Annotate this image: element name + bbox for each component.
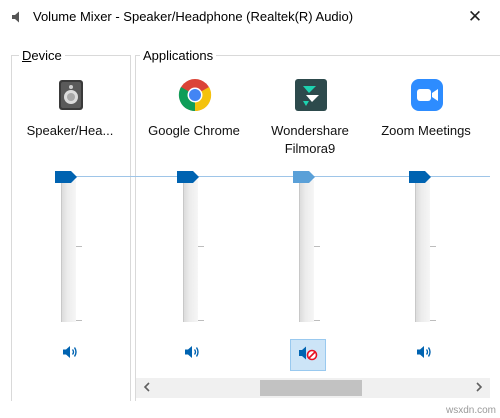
slider-tick (198, 320, 204, 321)
device-volume-slider[interactable] (61, 180, 76, 322)
slider-tick (76, 320, 82, 321)
speaker-muted-icon (298, 345, 318, 366)
speaker-volume-icon (62, 345, 78, 364)
window-title: Volume Mixer - Speaker/Headphone (Realte… (33, 9, 354, 24)
filmora-icon[interactable] (294, 78, 328, 112)
chrome-volume-thumb[interactable] (177, 171, 199, 183)
close-button[interactable]: ✕ (464, 6, 486, 28)
app-name: Google Chrome (148, 123, 240, 138)
app-name: Zoom Meetings (381, 123, 471, 138)
zoom-mute-button[interactable] (410, 340, 438, 368)
chrome-mute-button[interactable] (178, 340, 206, 368)
slider-tick (430, 320, 436, 321)
slider-tick (198, 246, 204, 247)
filmora-volume-slider[interactable] (299, 180, 314, 322)
device-group-label: Device (19, 48, 65, 64)
filmora-volume-thumb[interactable] (293, 171, 315, 183)
scroll-right-icon[interactable] (470, 378, 488, 398)
zoom-volume-slider[interactable] (415, 180, 430, 322)
app-name: Wondershare Filmora9 (271, 123, 349, 156)
horizontal-scrollbar[interactable] (136, 378, 490, 398)
slider-tick (314, 246, 320, 247)
filmora-mute-button[interactable] (290, 339, 326, 371)
applications-group-label: Applications (140, 48, 217, 64)
speaker-device-icon[interactable] (54, 78, 88, 112)
scroll-left-icon[interactable] (138, 378, 156, 398)
chrome-volume-slider[interactable] (183, 180, 198, 322)
slider-tick (314, 320, 320, 321)
device-volume-thumb[interactable] (55, 171, 77, 183)
speaker-volume-icon (184, 345, 200, 364)
device-mute-button[interactable] (56, 340, 84, 368)
speaker-icon (10, 9, 26, 25)
speaker-volume-icon (416, 345, 432, 364)
zoom-icon[interactable] (410, 78, 444, 112)
title-bar: Volume Mixer - Speaker/Headphone (Realte… (0, 0, 500, 34)
watermark: wsxdn.com (445, 405, 496, 416)
slider-tick (76, 246, 82, 247)
device-name: Speaker/Hea... (26, 123, 114, 138)
scrollbar-thumb[interactable] (260, 380, 362, 396)
chrome-icon[interactable] (178, 78, 212, 112)
zoom-volume-thumb[interactable] (409, 171, 431, 183)
slider-tick (430, 246, 436, 247)
